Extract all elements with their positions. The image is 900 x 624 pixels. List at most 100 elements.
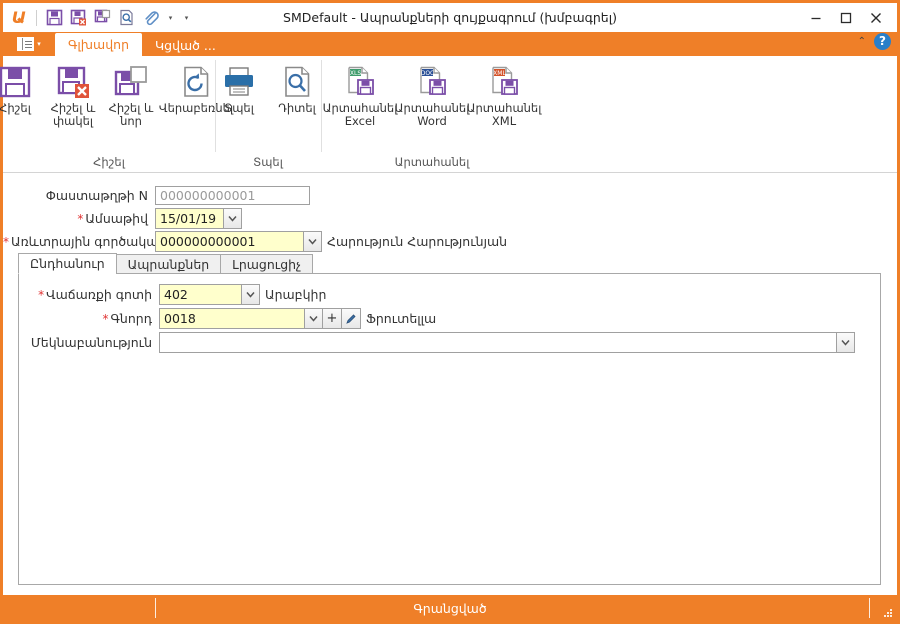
customer-display-name: Ֆրուտելլա bbox=[366, 311, 437, 326]
printer-icon bbox=[222, 64, 256, 100]
ribbon-group-label: Արտահանել bbox=[394, 155, 470, 169]
agent-input[interactable]: 000000000001 bbox=[155, 230, 303, 252]
ribbon-button-export-xml[interactable]: XML Արտահանել XML bbox=[466, 61, 542, 128]
ribbon-button-label: Հիշել և փակել bbox=[50, 101, 96, 128]
customer-label: * Գնորդ bbox=[102, 311, 152, 326]
save-close-icon bbox=[56, 64, 90, 100]
ribbon-button-label: Տպել bbox=[224, 101, 254, 115]
svg-text:XLS: XLS bbox=[350, 70, 361, 77]
comment-label: Մեկնաբանություն bbox=[30, 335, 152, 350]
tab-ktsvats[interactable]: Կցված ... bbox=[142, 34, 229, 56]
chevron-down-icon[interactable] bbox=[836, 332, 855, 353]
comment-input[interactable] bbox=[159, 332, 836, 353]
chevron-down-icon[interactable] bbox=[303, 230, 322, 252]
field-row-customer: * Գնորդ 0018 + Ֆրուտելլա bbox=[19, 307, 880, 330]
ribbon-button-label: Արտահանել Word bbox=[394, 101, 470, 128]
save-icon bbox=[0, 64, 32, 100]
edit-customer-button[interactable] bbox=[342, 308, 361, 329]
menu-icon bbox=[17, 37, 35, 51]
ribbon-button-save[interactable]: Հիշել bbox=[0, 61, 44, 115]
save-and-close-icon[interactable] bbox=[68, 7, 89, 28]
agent-display-name: Հարություն Հարությունյան bbox=[327, 233, 508, 249]
toolbar-divider bbox=[36, 9, 37, 26]
save-and-new-icon[interactable] bbox=[92, 7, 113, 28]
resize-grip-icon[interactable] bbox=[882, 607, 893, 618]
tab-glkhavor[interactable]: Գլխավոր bbox=[55, 33, 143, 56]
date-input[interactable]: 15/01/19 bbox=[155, 207, 223, 229]
ribbon-button-export-excel[interactable]: XLS Արտահանել Excel bbox=[322, 61, 398, 128]
chevron-down-icon[interactable] bbox=[223, 207, 242, 229]
ribbon-button-save-and-new[interactable]: Հիշել և նոր bbox=[102, 61, 160, 128]
preview-icon bbox=[280, 64, 314, 100]
save-new-icon bbox=[114, 64, 148, 100]
close-button[interactable] bbox=[861, 5, 891, 31]
chevron-down-icon[interactable]: ▾ bbox=[164, 8, 177, 28]
quick-access-toolbar: Ա ▾ ▾ bbox=[3, 7, 193, 28]
tab-lratsutsich[interactable]: Լրացուցիչ bbox=[220, 254, 314, 274]
export-word-icon: DOC bbox=[414, 64, 450, 100]
form-area: Փաստաթղթի N 000000000001 * Ամսաթիվ 15/01/… bbox=[3, 173, 897, 595]
chevron-down-icon: ▾ bbox=[37, 39, 41, 48]
maximize-button[interactable] bbox=[831, 5, 861, 31]
document-number-input[interactable]: 000000000001 bbox=[155, 185, 310, 205]
ribbon-group-print: Տպել Դիտել Տպել bbox=[215, 56, 321, 172]
field-row-document-number: Փաստաթղթի N 000000000001 bbox=[3, 184, 897, 206]
export-xml-icon: XML bbox=[486, 64, 522, 100]
ribbon-group-label: Հիշել bbox=[93, 155, 125, 169]
agent-combo[interactable]: 000000000001 bbox=[155, 230, 322, 252]
status-text: Գրանցված bbox=[413, 600, 487, 616]
required-mark: * bbox=[77, 211, 84, 226]
field-row-agent: * Առևտրային գործակալ 000000000001 Հարությ… bbox=[3, 230, 897, 252]
sales-zone-input[interactable]: 402 bbox=[159, 284, 241, 305]
field-row-sales-zone: * Վաճառքի գոտի 402 Արաբկիր bbox=[19, 283, 880, 306]
ribbon-group-save: Հիշել Հիշել և փակել Հիշել և նոր Վերաբեռն… bbox=[0, 56, 233, 172]
status-bar: Գրանցված bbox=[3, 595, 897, 621]
ribbon-button-label: Հիշել bbox=[0, 101, 31, 115]
date-label: * Ամսաթիվ bbox=[77, 210, 148, 226]
ribbon-button-export-word[interactable]: DOC Արտահանել Word bbox=[394, 61, 470, 128]
sales-zone-display-name: Արաբկիր bbox=[265, 287, 327, 302]
field-row-comment: Մեկնաբանություն bbox=[19, 331, 880, 354]
comment-combo[interactable] bbox=[159, 332, 855, 353]
detail-tab-strip: Ընդհանուր Ապրանքներ Լրացուցիչ bbox=[18, 253, 881, 274]
customer-input[interactable]: 0018 bbox=[159, 308, 304, 329]
sales-zone-label: * Վաճառքի գոտի bbox=[38, 287, 152, 302]
save-icon[interactable] bbox=[44, 7, 65, 28]
attachment-icon[interactable] bbox=[140, 7, 161, 28]
date-combo[interactable]: 15/01/19 bbox=[155, 207, 242, 229]
required-mark: * bbox=[38, 288, 45, 302]
required-mark: * bbox=[3, 234, 9, 249]
file-menu-button[interactable]: ▾ bbox=[3, 32, 55, 56]
app-logo-icon: Ա bbox=[11, 8, 27, 27]
window-controls bbox=[801, 3, 897, 32]
svg-text:XML: XML bbox=[493, 70, 506, 77]
ribbon-button-label: Արտահանել Excel bbox=[322, 101, 398, 128]
title-bar: Ա ▾ ▾ SMDefault - Ապրանքների զույքագրում… bbox=[3, 3, 897, 32]
ribbon-button-save-and-close[interactable]: Հիշել և փակել bbox=[44, 61, 102, 128]
ribbon: Հիշել Հիշել և փակել Հիշել և նոր Վերաբեռն… bbox=[0, 56, 897, 173]
chevron-down-icon[interactable] bbox=[241, 284, 260, 305]
ribbon-tab-strip: ▾ Գլխավոր Կցված ... bbox=[3, 32, 897, 56]
agent-label: * Առևտրային գործակալ bbox=[3, 233, 162, 249]
svg-text:DOC: DOC bbox=[421, 70, 435, 77]
customize-toolbar-icon[interactable]: ▾ bbox=[180, 8, 193, 28]
export-excel-icon: XLS bbox=[342, 64, 378, 100]
customer-combo[interactable]: 0018 + bbox=[159, 308, 361, 329]
preview-icon[interactable] bbox=[116, 7, 137, 28]
application-window: Ա ▾ ▾ SMDefault - Ապրանքների զույքագրում… bbox=[0, 0, 900, 624]
add-customer-button[interactable]: + bbox=[323, 308, 342, 329]
ribbon-group-label: Տպել bbox=[253, 155, 283, 169]
document-number-label: Փաստաթղթի N bbox=[45, 187, 148, 203]
tab-ndhanur[interactable]: Ընդհանուր bbox=[18, 253, 117, 274]
help-icon[interactable]: ? bbox=[874, 32, 891, 50]
tab-apranqner[interactable]: Ապրանքներ bbox=[115, 254, 222, 274]
required-mark: * bbox=[102, 312, 109, 326]
ribbon-button-label: Արտահանել XML bbox=[466, 101, 542, 128]
chevron-down-icon[interactable] bbox=[304, 308, 323, 329]
ribbon-button-preview[interactable]: Դիտել bbox=[268, 61, 326, 115]
field-row-date: * Ամսաթիվ 15/01/19 bbox=[3, 207, 897, 229]
collapse-ribbon-icon[interactable]: ⌃ bbox=[858, 36, 866, 47]
minimize-button[interactable] bbox=[801, 5, 831, 31]
ribbon-button-print[interactable]: Տպել bbox=[210, 61, 268, 115]
sales-zone-combo[interactable]: 402 bbox=[159, 284, 260, 305]
